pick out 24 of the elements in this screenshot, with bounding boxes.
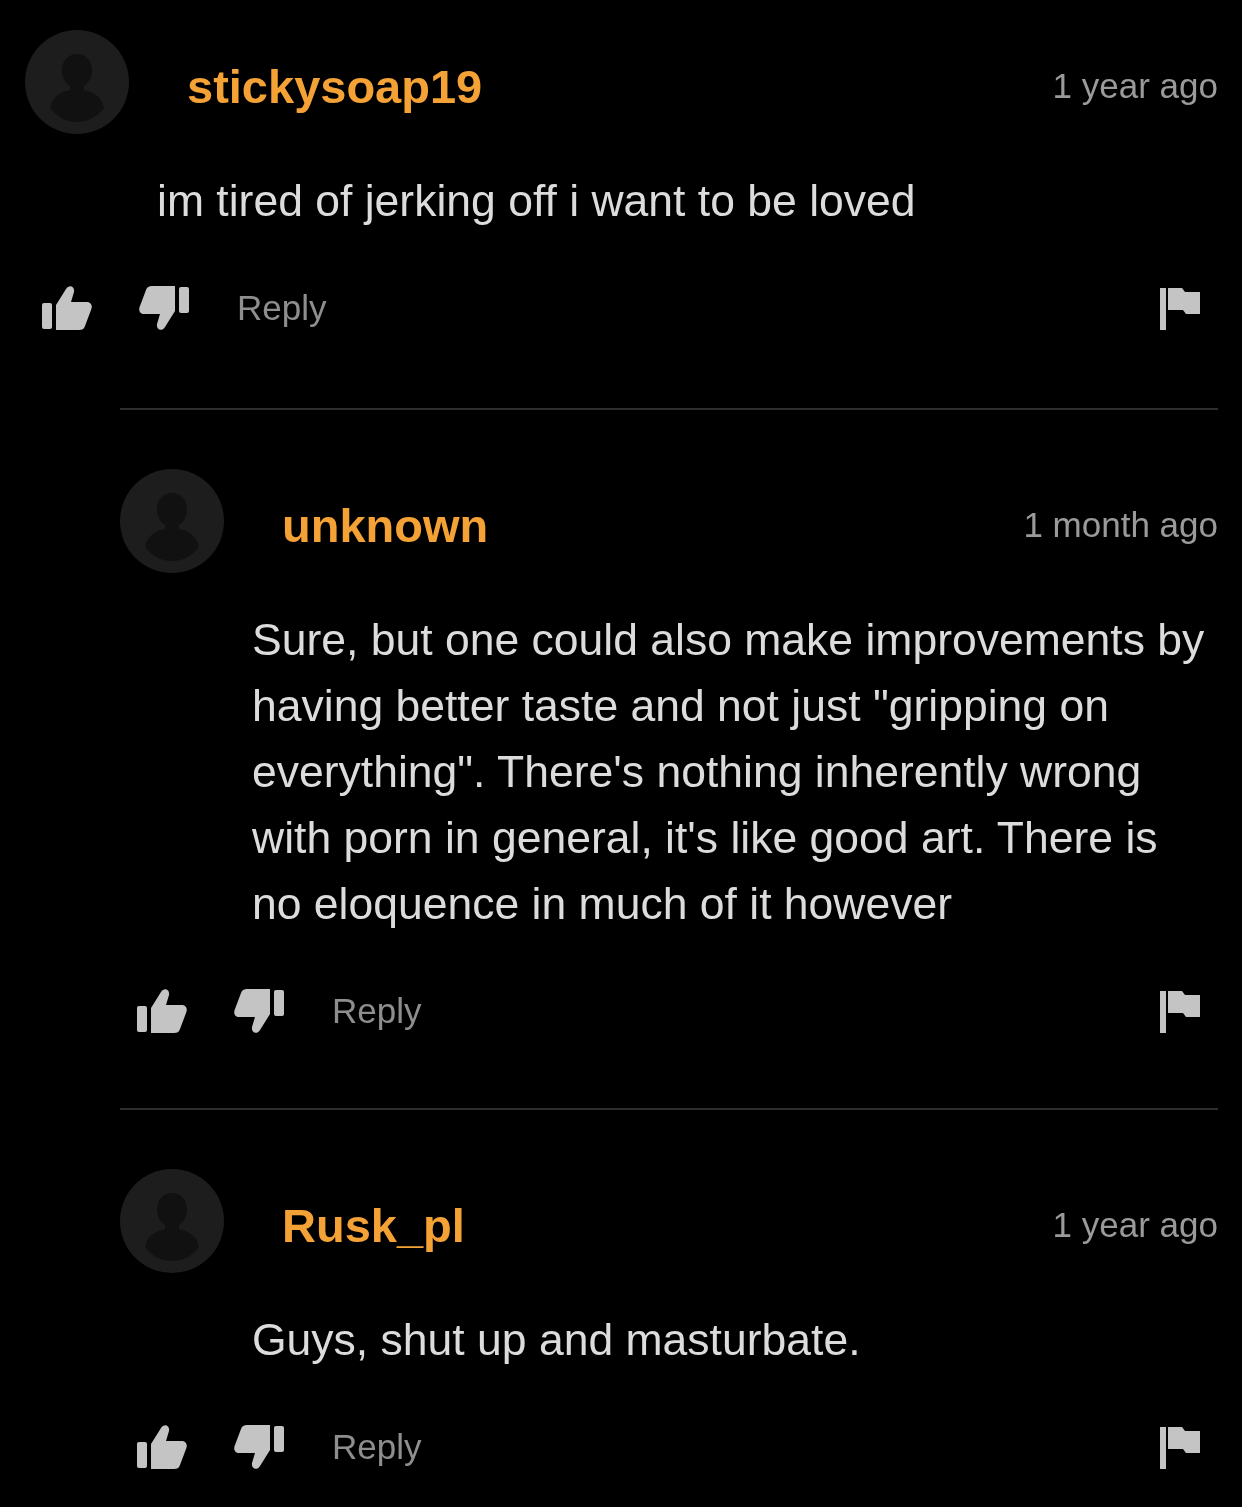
thumbs-down-icon[interactable] xyxy=(234,988,284,1034)
comment-text: Guys, shut up and masturbate. xyxy=(252,1314,862,1366)
timestamp: 1 month ago xyxy=(1023,505,1218,545)
thumbs-down-icon[interactable] xyxy=(139,285,189,331)
comment-text: im tired of jerking off i want to be loved xyxy=(157,175,917,227)
thumbs-down-icon[interactable] xyxy=(234,1424,284,1470)
reply-link[interactable]: Reply xyxy=(332,1427,422,1467)
avatar-icon xyxy=(25,30,129,134)
username[interactable]: Rusk_pl xyxy=(282,1197,1053,1253)
reply-link[interactable]: Reply xyxy=(332,991,422,1031)
reply-link[interactable]: Reply xyxy=(237,288,327,328)
thumbs-up-icon[interactable] xyxy=(137,1424,187,1470)
avatar-icon xyxy=(120,469,224,573)
thumbs-up-icon[interactable] xyxy=(137,988,187,1034)
timestamp: 1 year ago xyxy=(1052,1205,1218,1245)
username[interactable]: stickysoap19 xyxy=(187,58,1053,114)
flag-icon[interactable] xyxy=(1160,1425,1200,1469)
flag-icon[interactable] xyxy=(1160,286,1200,330)
thumbs-up-icon[interactable] xyxy=(42,285,92,331)
avatar-icon xyxy=(120,1169,224,1273)
comment-text: Sure, but one could also make improvements by having better taste and not just "gripping on everything". There's nothing inherently wrong with porn in general, it's like good art. There is no eloquence in much of it however xyxy=(252,614,1206,930)
username[interactable]: unknown xyxy=(282,497,1024,553)
flag-icon[interactable] xyxy=(1160,989,1200,1033)
timestamp: 1 year ago xyxy=(1052,66,1218,106)
